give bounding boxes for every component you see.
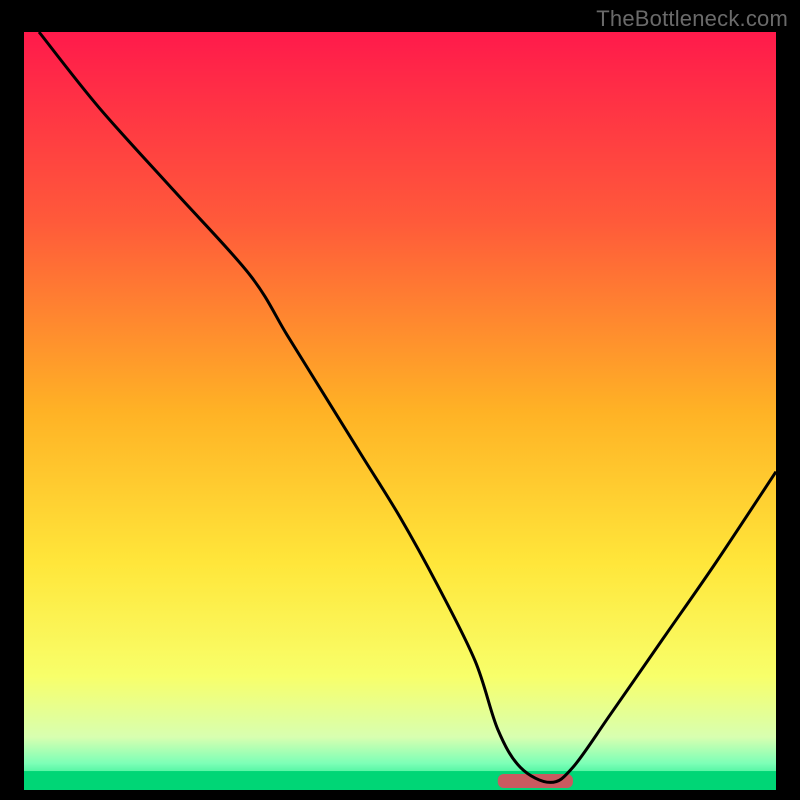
optimum-band: [498, 774, 573, 788]
plot-area: [24, 32, 776, 790]
bottleneck-chart: [0, 0, 800, 800]
optimum-strip: [24, 771, 776, 790]
watermark-text: TheBottleneck.com: [596, 6, 788, 32]
